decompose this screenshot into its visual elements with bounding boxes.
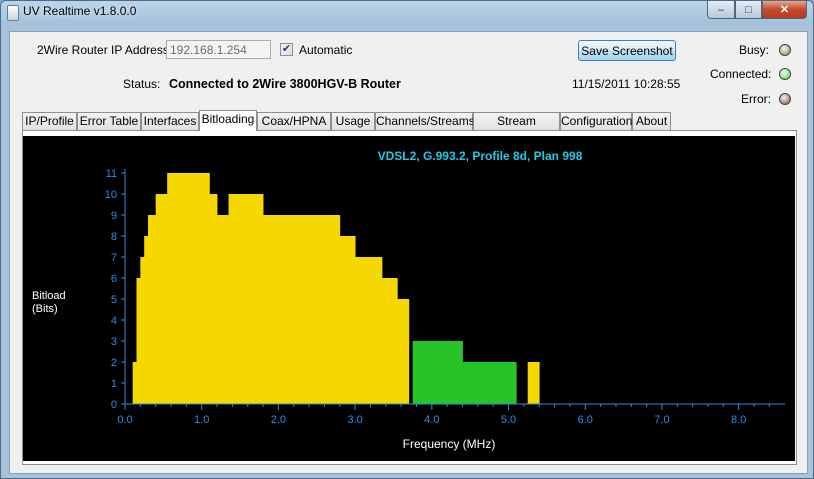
bitload-bar-downstream xyxy=(159,194,168,404)
bitload-bar-downstream xyxy=(209,194,218,404)
maximize-button[interactable]: □ xyxy=(735,1,762,19)
bitload-bar-downstream xyxy=(201,173,210,404)
app-window: UV Realtime v1.8.0.0 – □ ✕ 2Wire Router … xyxy=(0,0,814,479)
busy-indicator-icon xyxy=(779,44,791,56)
bitload-bar-upstream xyxy=(493,362,517,404)
x-tick-label: 1.0 xyxy=(194,414,209,426)
y-tick-label: 3 xyxy=(111,336,117,348)
bitload-bar-downstream xyxy=(316,215,341,404)
x-tick-label: 3.0 xyxy=(347,414,362,426)
window-title: UV Realtime v1.8.0.0 xyxy=(23,4,137,18)
x-axis-label: Frequency (MHz) xyxy=(403,437,496,451)
tab-channels-streams[interactable]: Channels/Streams xyxy=(375,112,475,130)
automatic-label: Automatic xyxy=(299,43,353,57)
bitload-bar-upstream xyxy=(462,362,475,404)
tab-bitloading[interactable]: Bitloading xyxy=(199,110,257,131)
bitload-bar-downstream xyxy=(228,194,264,404)
bitload-bar-downstream xyxy=(293,215,318,404)
tab-ip-profile[interactable]: IP/Profile xyxy=(22,112,77,130)
tab-stream-analyzer[interactable]: Stream Analyzer xyxy=(473,112,560,144)
chart-title: VDSL2, G.993.2, Profile 8d, Plan 998 xyxy=(378,149,583,163)
bitload-bar-downstream xyxy=(144,236,149,404)
bitload-bar-downstream xyxy=(167,173,172,404)
app-icon xyxy=(7,5,19,21)
bitload-bar-downstream xyxy=(148,215,153,404)
minimize-button[interactable]: – xyxy=(707,1,735,19)
y-tick-label: 8 xyxy=(111,231,117,243)
x-tick-label: 7.0 xyxy=(654,414,669,426)
bitload-bar-downstream xyxy=(389,278,398,404)
y-tick-label: 4 xyxy=(111,315,117,327)
bitload-bar-downstream-tail xyxy=(527,362,536,404)
bitload-bar-upstream xyxy=(412,341,417,404)
y-tick-label: 7 xyxy=(111,252,117,264)
client-area: 2Wire Router IP Address: ✔ Automatic Sav… xyxy=(9,31,808,474)
bitload-bar-downstream xyxy=(194,173,203,404)
y-tick-label: 0 xyxy=(111,399,117,411)
bitload-bar-downstream xyxy=(140,257,145,404)
error-label: Error: xyxy=(741,92,771,106)
x-tick-label: 4.0 xyxy=(424,414,439,426)
bitload-bar-downstream xyxy=(217,215,226,404)
bitloading-chart: VDSL2, G.993.2, Profile 8d, Plan 998 Fre… xyxy=(23,136,795,461)
x-tick-label: 2.0 xyxy=(271,414,286,426)
y-tick-label: 9 xyxy=(111,210,117,222)
y-tick-label: 6 xyxy=(111,273,117,285)
tab-configuration[interactable]: Configuration xyxy=(560,112,632,130)
close-button[interactable]: ✕ xyxy=(762,1,807,19)
y-tick-label: 10 xyxy=(105,189,117,201)
bitload-bar-downstream xyxy=(263,215,295,404)
x-tick-label: 6.0 xyxy=(578,414,593,426)
error-indicator-icon xyxy=(779,93,791,105)
save-screenshot-button[interactable]: Save Screenshot xyxy=(578,40,676,61)
bitload-bar-downstream-tail xyxy=(535,362,540,404)
bitload-bar-downstream xyxy=(151,215,157,404)
bitload-bar-downstream xyxy=(155,194,160,404)
bitload-bar-downstream xyxy=(370,257,383,404)
bitload-bar-upstream xyxy=(447,341,463,404)
connected-label: Connected: xyxy=(710,67,772,81)
y-tick-label: 2 xyxy=(111,357,117,369)
bitload-bar-downstream xyxy=(355,257,371,404)
tab-coax-hpna[interactable]: Coax/HPNA xyxy=(257,112,331,130)
y-axis-label: Bitload (Bits) xyxy=(32,290,66,315)
bitload-bar-downstream xyxy=(132,362,137,404)
status-value: Connected to 2Wire 3800HGV-B Router xyxy=(169,77,401,91)
y-tick-label: 1 xyxy=(111,378,117,390)
status-label: Status: xyxy=(123,77,161,91)
bitload-bar-downstream xyxy=(224,215,229,404)
bitload-bar-downstream xyxy=(404,299,410,404)
bitload-bar-downstream xyxy=(339,236,348,404)
checkmark-icon: ✔ xyxy=(281,43,292,55)
x-tick-label: 5.0 xyxy=(501,414,516,426)
x-tick-label: 0.0 xyxy=(117,414,132,426)
busy-label: Busy: xyxy=(739,43,770,57)
y-tick-label: 5 xyxy=(111,294,117,306)
bitloading-panel: VDSL2, G.993.2, Profile 8d, Plan 998 Fre… xyxy=(22,130,797,465)
bitload-bar-downstream xyxy=(347,236,356,404)
tab-usage[interactable]: Usage xyxy=(331,112,375,130)
timestamp: 11/15/2011 10:28:55 xyxy=(572,77,681,91)
x-tick-label: 8.0 xyxy=(731,414,746,426)
automatic-checkbox[interactable]: ✔ xyxy=(280,43,293,56)
bitload-bar-upstream xyxy=(416,341,448,404)
y-tick-label: 11 xyxy=(106,168,117,180)
bitload-bar-upstream xyxy=(474,362,494,404)
connected-indicator-icon xyxy=(779,68,791,80)
ip-address-label: 2Wire Router IP Address: xyxy=(37,43,173,57)
title-bar[interactable]: UV Realtime v1.8.0.0 – □ ✕ xyxy=(1,1,813,23)
bitload-bar-downstream xyxy=(171,173,195,404)
bitload-bar-downstream xyxy=(381,278,391,404)
bitload-bar-downstream xyxy=(397,299,406,404)
ip-address-input[interactable] xyxy=(166,40,271,59)
bitload-bar-downstream xyxy=(136,278,141,404)
tab-interfaces[interactable]: Interfaces xyxy=(141,112,199,130)
tab-about[interactable]: About xyxy=(632,112,671,130)
tab-error-table[interactable]: Error Table xyxy=(77,112,141,130)
